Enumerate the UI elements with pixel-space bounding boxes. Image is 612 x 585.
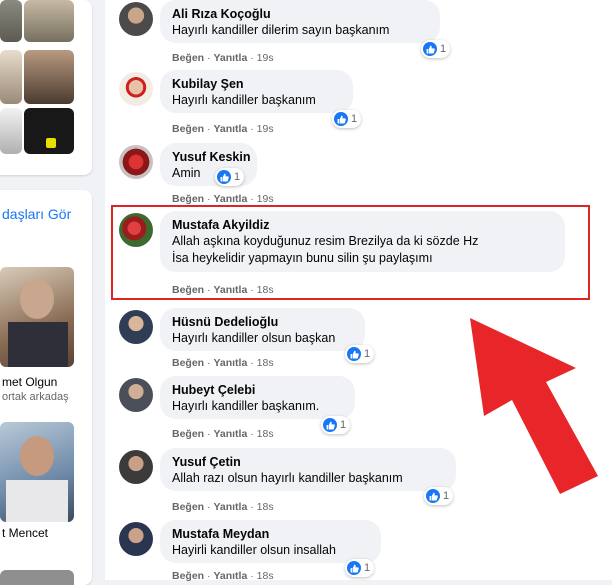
comment-author[interactable]: Hüsnü Dedelioğlu: [172, 314, 353, 330]
like-reaction-icon: [334, 112, 348, 126]
like-reaction-icon: [347, 561, 361, 575]
like-link[interactable]: Beğen: [172, 193, 204, 205]
timestamp[interactable]: 19s: [257, 193, 274, 205]
like-reaction-icon: [347, 347, 361, 361]
reply-link[interactable]: Yanıtla: [213, 570, 247, 582]
friend-photo[interactable]: [0, 267, 74, 367]
friend-photo[interactable]: [24, 50, 74, 104]
comment-author[interactable]: Mustafa Meydan: [172, 526, 369, 542]
reply-link[interactable]: Yanıtla: [213, 193, 247, 205]
comment-author[interactable]: Yusuf Keskin: [172, 149, 251, 165]
comment-bubble: Hüsnü Dedelioğlu Hayırlı kandiller olsun…: [160, 308, 365, 351]
friend-photo[interactable]: [0, 50, 22, 104]
timestamp[interactable]: 18s: [257, 570, 274, 582]
comment-text: Hayırlı kandiller başkanım.: [172, 399, 320, 413]
like-reaction-icon: [426, 489, 440, 503]
comment-text: Hayırlı kandiller olsun başkan: [172, 331, 336, 345]
comment-actions: Beğen · Yanıtla · 18s: [172, 428, 274, 440]
comment-author[interactable]: Kubilay Şen: [172, 76, 341, 92]
avatar[interactable]: [119, 2, 153, 36]
friend-name[interactable]: t Mencet: [2, 526, 48, 540]
timestamp[interactable]: 18s: [257, 428, 274, 440]
like-link[interactable]: Beğen: [172, 428, 204, 440]
avatar[interactable]: [119, 310, 153, 344]
friend-photo[interactable]: [0, 570, 74, 585]
like-link[interactable]: Beğen: [172, 570, 204, 582]
like-link[interactable]: Beğen: [172, 284, 204, 296]
comment-bubble: Ali Rıza Koçoğlu Hayırlı kandiller diler…: [160, 0, 440, 43]
reply-link[interactable]: Yanıtla: [213, 284, 247, 296]
like-link[interactable]: Beğen: [172, 501, 204, 513]
timestamp[interactable]: 19s: [257, 52, 274, 64]
red-arrow-annotation: [470, 318, 598, 494]
like-reaction-icon: [423, 42, 437, 56]
mutual-friends-text: ortak arkadaş: [2, 391, 69, 403]
friend-photo[interactable]: [0, 108, 22, 154]
avatar[interactable]: [119, 145, 153, 179]
comment-text: Hayırlı kandiller başkanım: [172, 93, 316, 107]
comment-actions: Beğen · Yanıtla · 19s: [172, 123, 274, 135]
avatar[interactable]: [119, 522, 153, 556]
comment-bubble: Hubeyt Çelebi Hayırlı kandiller başkanım…: [160, 376, 355, 419]
comment-bubble: Mustafa Meydan Hayirli kandiller olsun i…: [160, 520, 381, 563]
comment-bubble: Kubilay Şen Hayırlı kandiller başkanım: [160, 70, 353, 113]
comment-text-line: İsa heykelidir yapmayın bunu silin şu pa…: [172, 251, 433, 265]
friends-photos-card: [0, 0, 92, 175]
comment-actions: Beğen · Yanıtla · 18s: [172, 284, 274, 296]
reply-link[interactable]: Yanıtla: [213, 501, 247, 513]
reaction-count[interactable]: 1: [215, 168, 245, 186]
like-link[interactable]: Beğen: [172, 123, 204, 135]
comment-text: Hayirli kandiller olsun insallah: [172, 543, 336, 557]
reaction-count[interactable]: 1: [345, 559, 375, 577]
timestamp[interactable]: 18s: [257, 357, 274, 369]
reply-link[interactable]: Yanıtla: [213, 52, 247, 64]
like-link[interactable]: Beğen: [172, 52, 204, 64]
friend-photo[interactable]: [0, 0, 22, 42]
comment-actions: Beğen · Yanıtla · 18s: [172, 570, 274, 582]
reply-link[interactable]: Yanıtla: [213, 357, 247, 369]
timestamp[interactable]: 19s: [257, 123, 274, 135]
avatar[interactable]: [119, 450, 153, 484]
reaction-count[interactable]: 1: [421, 40, 451, 58]
like-reaction-icon: [217, 170, 231, 184]
comment-author[interactable]: Yusuf Çetin: [172, 454, 444, 470]
avatar[interactable]: [119, 378, 153, 412]
comment-actions: Beğen · Yanıtla · 19s: [172, 193, 274, 205]
reply-link[interactable]: Yanıtla: [213, 123, 247, 135]
reaction-count[interactable]: 1: [345, 345, 375, 363]
comment-text: Allah razı olsun hayırlı kandiller başka…: [172, 471, 403, 485]
avatar[interactable]: [119, 213, 153, 247]
friend-photo[interactable]: [24, 0, 74, 42]
reaction-count[interactable]: 1: [424, 487, 454, 505]
reaction-count[interactable]: 1: [332, 110, 362, 128]
like-link[interactable]: Beğen: [172, 357, 204, 369]
comment-actions: Beğen · Yanıtla · 18s: [172, 357, 274, 369]
friend-name[interactable]: met Olgun: [2, 375, 57, 389]
comment-author[interactable]: Hubeyt Çelebi: [172, 382, 343, 398]
friends-card: daşları Gör met Olgun ortak arkadaş t Me…: [0, 190, 92, 585]
comment-author[interactable]: Mustafa Akyildiz: [172, 217, 553, 233]
friend-photo[interactable]: [24, 108, 74, 154]
comment-text: Hayırlı kandiller dilerim sayın başkanım: [172, 23, 390, 37]
see-all-friends-link[interactable]: daşları Gör: [2, 206, 71, 222]
timestamp[interactable]: 18s: [257, 501, 274, 513]
avatar[interactable]: [119, 72, 153, 106]
comment-text-line: Allah aşkına koyduğunuz resim Brezilya d…: [172, 234, 479, 248]
friend-photo[interactable]: [0, 422, 74, 522]
comment-bubble: Mustafa Akyildiz Allah aşkına koyduğunuz…: [160, 211, 565, 272]
comment-author[interactable]: Ali Rıza Koçoğlu: [172, 6, 428, 22]
timestamp[interactable]: 18s: [257, 284, 274, 296]
comment-bubble: Yusuf Çetin Allah razı olsun hayırlı kan…: [160, 448, 456, 491]
like-reaction-icon: [323, 418, 337, 432]
reply-link[interactable]: Yanıtla: [213, 428, 247, 440]
reaction-count[interactable]: 1: [321, 416, 351, 434]
comment-actions: Beğen · Yanıtla · 19s: [172, 52, 274, 64]
comment-actions: Beğen · Yanıtla · 18s: [172, 501, 274, 513]
